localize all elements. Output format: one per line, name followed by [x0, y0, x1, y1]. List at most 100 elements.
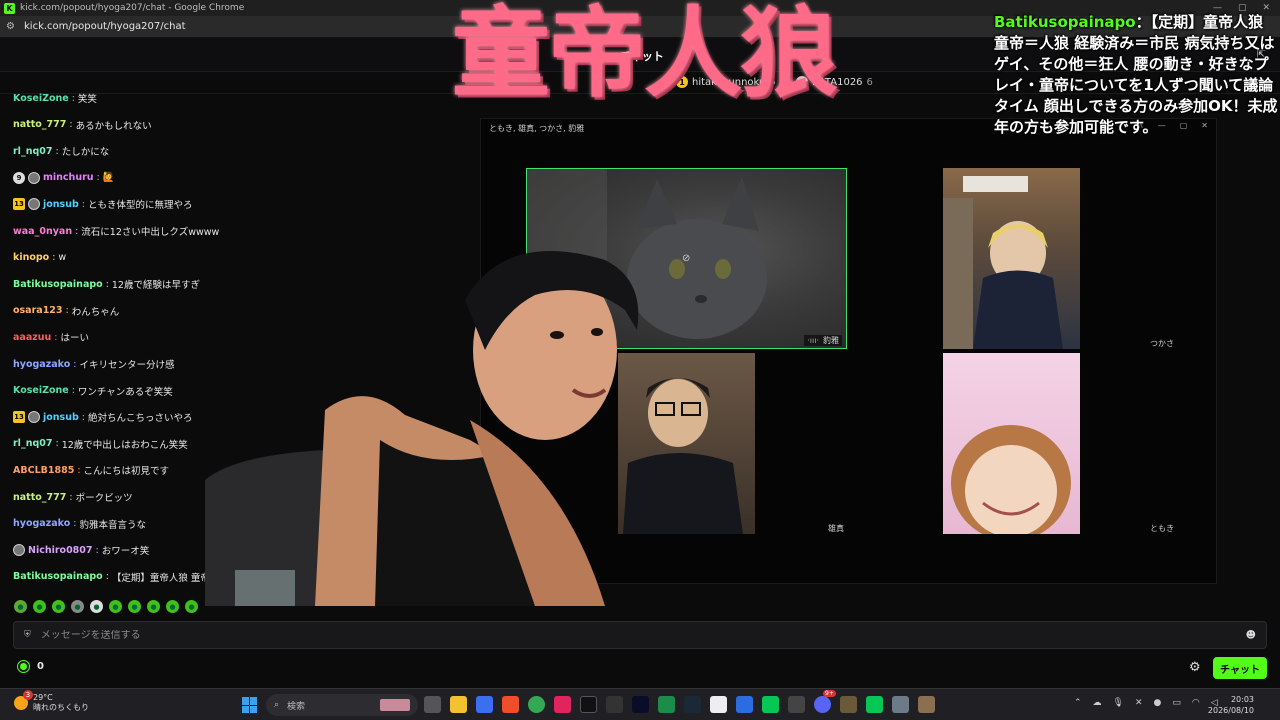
stream-title-overlay: 童帝人狼 — [452, 0, 838, 111]
emote-icon[interactable]: ● — [128, 600, 141, 613]
onedrive-icon[interactable]: ● — [1154, 698, 1162, 708]
username-separator: : — [77, 464, 81, 476]
emote-icon[interactable]: ● — [90, 600, 103, 613]
chat-username[interactable]: Batikusopainapo — [13, 279, 103, 290]
chat-message[interactable]: aaazuu: はーい — [13, 329, 89, 345]
chat-username[interactable]: KoseiZone — [13, 93, 69, 104]
chat-message[interactable]: Nichiro0807: おワーオ笑 — [13, 542, 149, 558]
chat-message-text: 12歳で中出しはおわこん笑笑 — [61, 439, 188, 451]
username-separator: : — [71, 92, 75, 104]
file-explorer-icon[interactable] — [450, 696, 467, 713]
app-icon[interactable] — [710, 696, 727, 713]
chat-username[interactable]: hyogazako — [13, 359, 70, 370]
taskbar-search[interactable]: ⌕ 検索 — [266, 694, 418, 716]
chat-username[interactable]: jonsub — [43, 412, 79, 423]
app-icon[interactable] — [788, 696, 805, 713]
line-icon[interactable] — [762, 696, 779, 713]
chat-message-text: 🙋 — [102, 172, 115, 184]
chat-message[interactable]: waa_0nyan: 流石に12さい中出しクズwwww — [13, 223, 219, 239]
weather-temp: 29°C — [33, 693, 53, 702]
chat-message[interactable]: kinopo: w — [13, 250, 66, 266]
chat-username[interactable]: KoseiZone — [13, 385, 69, 396]
chat-username[interactable]: kinopo — [13, 252, 49, 263]
line-icon[interactable] — [866, 696, 883, 713]
shield-icon[interactable]: ⛨ — [24, 630, 31, 640]
chevron-up-icon[interactable]: ⌃ — [1074, 698, 1082, 708]
chat-message[interactable]: Batikusopainapo: 【定期】童帝人狼 童帝＝人 — [13, 569, 229, 585]
app-icon[interactable] — [658, 696, 675, 713]
cloud-icon[interactable]: ☁ — [1093, 698, 1102, 708]
channel-points[interactable]: 0 — [18, 661, 44, 672]
chat-username[interactable]: jonsub — [43, 199, 79, 210]
brave-browser-icon[interactable] — [502, 696, 519, 713]
chat-settings-gear-icon[interactable]: ⚙ — [1189, 660, 1201, 675]
chat-username[interactable]: natto_777 — [13, 492, 66, 503]
chat-message[interactable]: rl_nq07:12歳で中出しはおわこん笑笑 — [13, 436, 188, 452]
app-icon[interactable] — [554, 696, 571, 713]
tiktok-icon[interactable] — [580, 696, 597, 713]
app-icon[interactable] — [606, 696, 623, 713]
chat-message-input[interactable] — [40, 629, 1246, 641]
windows-start-icon[interactable] — [242, 697, 258, 713]
chat-username[interactable]: waa_0nyan — [13, 226, 72, 237]
video-tile-tomoki[interactable] — [943, 353, 1080, 534]
chat-username[interactable]: Batikusopainapo — [13, 571, 103, 582]
close-x-icon[interactable]: ✕ — [1135, 698, 1143, 708]
participant-name-tsukasa: つかさ — [1150, 339, 1174, 348]
app-icon[interactable] — [736, 696, 753, 713]
chat-message[interactable]: Batikusopainapo:12歳で経験は早すぎ — [13, 276, 200, 292]
chrome-icon[interactable] — [528, 696, 545, 713]
chat-username[interactable]: rl_nq07 — [13, 438, 52, 449]
chat-message[interactable]: 9 minchuru: 🙋 — [13, 170, 115, 186]
chat-username[interactable]: minchuru — [43, 172, 94, 183]
emote-icon[interactable]: ● — [71, 600, 84, 613]
username-separator: : — [81, 411, 85, 423]
monitor-icon[interactable]: ▭ — [1172, 698, 1181, 708]
emote-icon[interactable]: ● — [166, 600, 179, 613]
discord-icon[interactable]: 9+ — [814, 690, 836, 713]
emote-icon[interactable]: ● — [14, 600, 27, 613]
chat-username[interactable]: aaazuu — [13, 332, 51, 343]
chat-message[interactable]: ABCLB1885: こんにちは初見です — [13, 462, 169, 478]
chat-message[interactable]: rl_nq07: たしかにな — [13, 143, 109, 159]
chat-username[interactable]: ABCLB1885 — [13, 465, 74, 476]
chat-message[interactable]: hyogazako: イキリセンター分け感 — [13, 356, 174, 372]
chat-message[interactable]: osara123: わんちゃん — [13, 303, 119, 319]
chat-message[interactable]: 13 jonsub: 絶対ちんこちっさいやろ — [13, 409, 192, 425]
emote-icon[interactable]: ● — [109, 600, 122, 613]
video-tile-tsukasa[interactable] — [943, 168, 1080, 349]
chat-message[interactable]: natto_777: ポークビッツ — [13, 489, 133, 505]
chat-username[interactable]: osara123 — [13, 305, 63, 316]
emote-icon[interactable]: ● — [185, 600, 198, 613]
chat-message[interactable]: hyogazako: 豹雅本音言うな — [13, 516, 146, 532]
app-icon[interactable] — [632, 696, 649, 713]
system-clock[interactable]: 20:03 2026/08/10 — [1208, 694, 1254, 716]
chat-username[interactable]: natto_777 — [13, 119, 66, 130]
wifi-icon[interactable]: ◠ — [1192, 698, 1200, 708]
emote-icon[interactable]: ● — [52, 600, 65, 613]
chat-username[interactable]: hyogazako — [13, 518, 70, 529]
weather-widget[interactable]: 3 29°C 晴れのちくもり — [14, 690, 89, 713]
chat-message[interactable]: natto_777: あるかもしれない — [13, 117, 152, 133]
search-icon: ⌕ — [274, 700, 280, 710]
chat-username[interactable]: rl_nq07 — [13, 146, 52, 157]
chat-message[interactable]: 13 jonsub: ともき体型的に無理やろ — [13, 196, 192, 212]
emote-icon[interactable]: ● — [33, 600, 46, 613]
steam-icon[interactable] — [684, 696, 701, 713]
chat-message[interactable]: KoseiZone: ワンチャンあるぞ笑笑 — [13, 383, 173, 399]
app-icon[interactable] — [918, 696, 935, 713]
minecraft-icon[interactable] — [840, 696, 857, 713]
app-icon[interactable] — [476, 696, 493, 713]
user-avatar-badge — [13, 544, 25, 557]
site-info-icon[interactable]: ⚙ — [6, 21, 18, 32]
chat-message[interactable]: KoseiZone: 笑笑 — [13, 90, 97, 106]
emote-icon[interactable]: ● — [147, 600, 160, 613]
settings-icon[interactable] — [892, 696, 909, 713]
task-view-icon[interactable] — [424, 696, 441, 713]
send-chat-button[interactable]: チャット — [1213, 657, 1267, 679]
taskbar-pinned-apps: 9+ — [424, 690, 935, 713]
chat-username[interactable]: Nichiro0807 — [28, 545, 93, 556]
url-text[interactable]: kick.com/popout/hyoga207/chat — [24, 21, 186, 32]
microphone-icon[interactable]: 🎙 — [1113, 698, 1124, 708]
emoji-picker-icon[interactable]: ☻ — [1246, 630, 1256, 641]
